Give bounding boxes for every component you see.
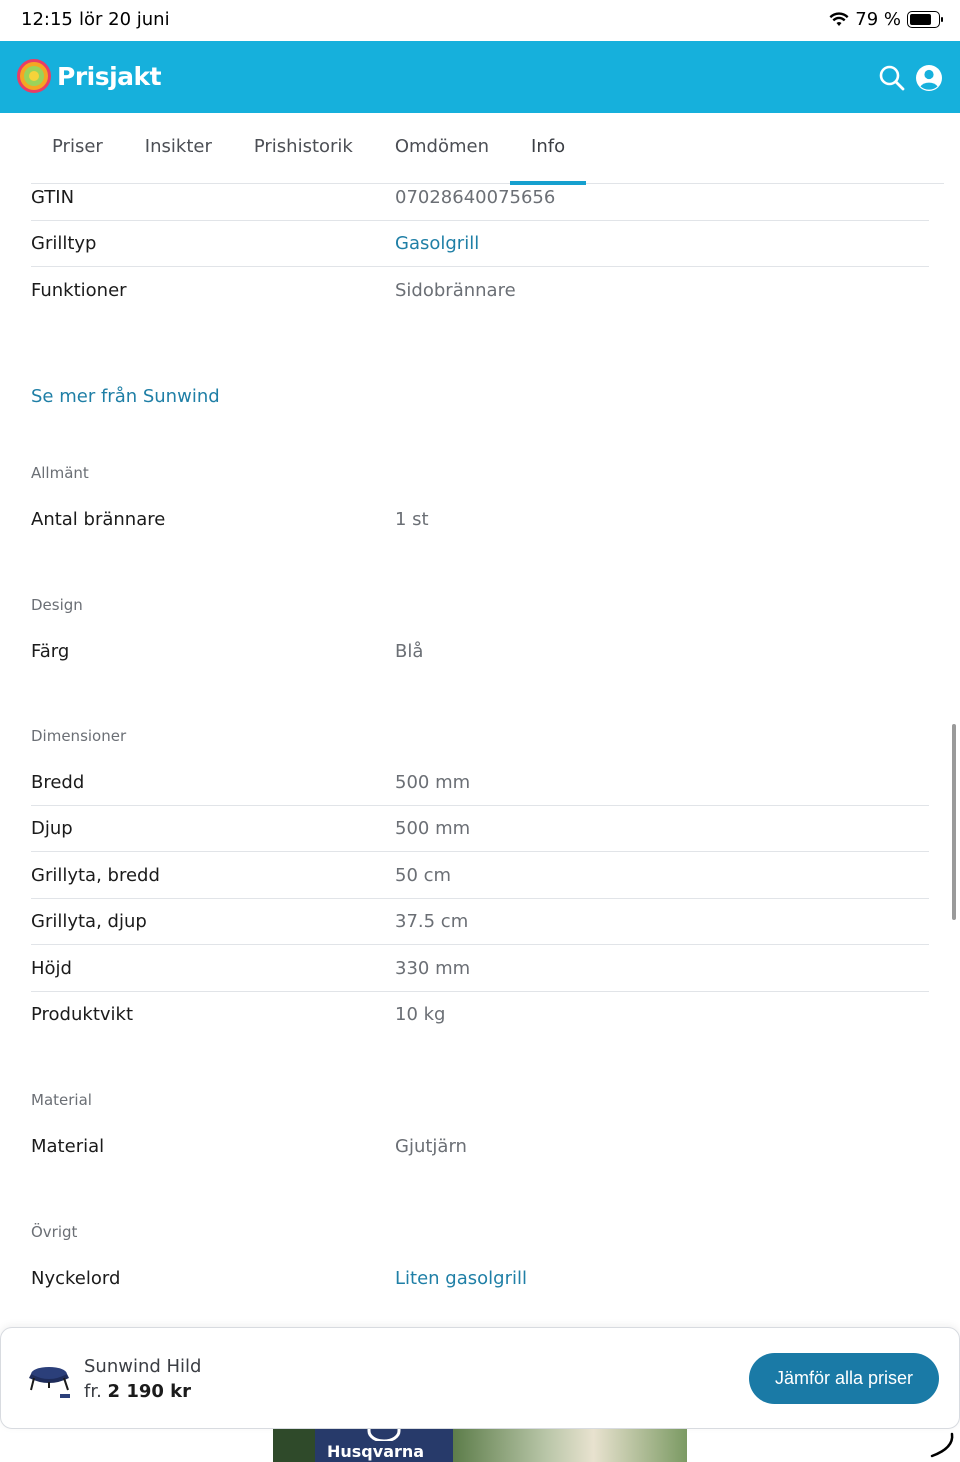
- status-date: lör 20 juni: [79, 9, 170, 30]
- spec-value: 07028640075656: [395, 187, 556, 208]
- logo-text: Prisjakt: [57, 61, 162, 91]
- spec-key: Grilltyp: [31, 233, 97, 254]
- nyckelord-link[interactable]: Liten gasolgrill: [395, 1268, 527, 1289]
- scrollbar-thumb[interactable]: [952, 724, 956, 920]
- spec-value: 1 st: [395, 509, 429, 530]
- product-price: fr. 2 190 kr: [84, 1381, 191, 1402]
- price-prefix: fr.: [84, 1381, 102, 1402]
- spec-key: Grillyta, bredd: [31, 865, 160, 886]
- ad-image-left: [273, 1429, 315, 1462]
- spec-key: Färg: [31, 641, 70, 662]
- ad-brand-text: Husqvarna: [327, 1442, 425, 1461]
- battery-icon: [907, 11, 943, 28]
- spec-key: Produktvikt: [31, 1004, 134, 1025]
- spec-key: Material: [31, 1136, 105, 1157]
- tab-prishistorik[interactable]: Prishistorik: [233, 113, 374, 183]
- spec-key: Nyckelord: [31, 1268, 121, 1289]
- ad-photo: [453, 1429, 687, 1462]
- corner-indicator-icon: [930, 1432, 954, 1458]
- spec-row: Produktvikt 10 kg: [31, 992, 929, 1038]
- spec-row: Höjd 330 mm: [31, 946, 929, 992]
- spec-value: 500 mm: [395, 818, 471, 839]
- spec-row: Grillyta, djup 37.5 cm: [31, 899, 929, 945]
- battery-percent: 79 %: [855, 9, 901, 30]
- tab-insikter[interactable]: Insikter: [124, 113, 233, 183]
- ad-banner[interactable]: Husqvarna: [273, 1429, 687, 1462]
- spec-key: Antal brännare: [31, 509, 166, 530]
- section-title-dimensioner: Dimensioner: [31, 727, 127, 745]
- compare-prices-button[interactable]: Jämför alla priser: [749, 1353, 939, 1404]
- section-title-design: Design: [31, 596, 83, 614]
- spec-key: Funktioner: [31, 280, 127, 301]
- status-bar: 12:15 lör 20 juni 79 %: [0, 0, 960, 41]
- spec-row: Djup 500 mm: [31, 806, 929, 852]
- sticky-product-bar: Sunwind Hild fr. 2 190 kr Jämför alla pr…: [0, 1327, 960, 1429]
- price-value: 2 190 kr: [107, 1381, 192, 1402]
- product-thumbnail[interactable]: [27, 1358, 73, 1402]
- husqvarna-crown-icon: [367, 1429, 401, 1441]
- spec-key: Djup: [31, 818, 73, 839]
- tab-omdomen[interactable]: Omdömen: [374, 113, 510, 183]
- tab-info[interactable]: Info: [510, 113, 587, 185]
- search-icon[interactable]: [878, 64, 906, 92]
- spec-key: Bredd: [31, 772, 85, 793]
- prisjakt-logo[interactable]: Prisjakt: [17, 59, 162, 93]
- spec-value: 50 cm: [395, 865, 452, 886]
- spec-value: 330 mm: [395, 958, 471, 979]
- spec-value: 500 mm: [395, 772, 471, 793]
- product-name: Sunwind Hild: [84, 1356, 202, 1377]
- section-title-allmant: Allmänt: [31, 464, 89, 482]
- see-more-link[interactable]: Se mer från Sunwind: [31, 386, 220, 407]
- spec-value: 37.5 cm: [395, 911, 469, 932]
- status-right: 79 %: [829, 9, 943, 30]
- spec-row: Nyckelord Liten gasolgrill: [31, 1256, 929, 1302]
- section-title-material: Material: [31, 1091, 92, 1109]
- spec-row: Material Gjutjärn: [31, 1124, 929, 1170]
- app-header: Prisjakt: [0, 41, 960, 113]
- spec-row: Grilltyp Gasolgrill: [31, 221, 929, 267]
- spec-row: Bredd 500 mm: [31, 760, 929, 806]
- status-time: 12:15: [21, 9, 73, 30]
- battery-level: [910, 14, 932, 25]
- spec-row: Färg Blå: [31, 629, 929, 675]
- wifi-icon: [829, 11, 849, 26]
- spec-value: Gjutjärn: [395, 1136, 467, 1157]
- spec-value: Sidobrännare: [395, 280, 516, 301]
- grilltyp-link[interactable]: Gasolgrill: [395, 233, 479, 254]
- user-icon[interactable]: [915, 64, 943, 92]
- logo-icon: [17, 59, 51, 93]
- spec-key: Höjd: [31, 958, 72, 979]
- spec-value: Blå: [395, 641, 424, 662]
- spec-value: 10 kg: [395, 1004, 446, 1025]
- spec-key: GTIN: [31, 187, 75, 208]
- tab-priser[interactable]: Priser: [31, 113, 124, 183]
- product-tabs: Priser Insikter Prishistorik Omdömen Inf…: [31, 113, 944, 185]
- spec-row: GTIN 07028640075656: [31, 175, 929, 221]
- spec-key: Grillyta, djup: [31, 911, 147, 932]
- spec-row: Antal brännare 1 st: [31, 497, 929, 543]
- spec-row: Funktioner Sidobrännare: [31, 268, 929, 314]
- spec-row: Grillyta, bredd 50 cm: [31, 853, 929, 899]
- section-title-ovrigt: Övrigt: [31, 1223, 78, 1241]
